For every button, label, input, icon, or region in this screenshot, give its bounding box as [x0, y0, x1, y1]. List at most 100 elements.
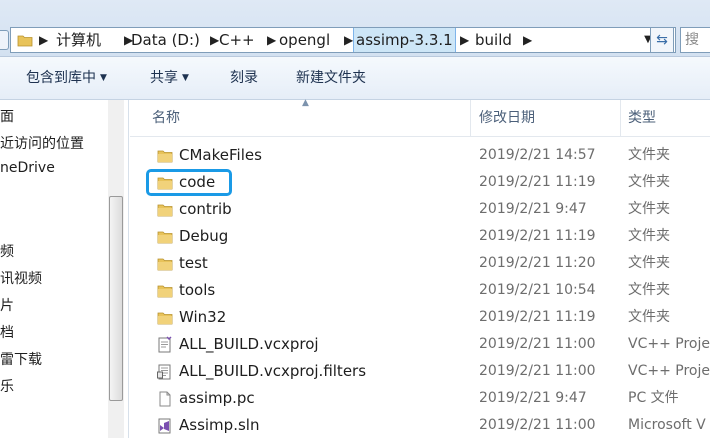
breadcrumb-drive[interactable]: Data (D:): [131, 28, 200, 52]
breadcrumb-cpp[interactable]: C++: [219, 28, 255, 52]
file-row-tools[interactable]: tools 2019/2/21 10:54 文件夹: [130, 277, 710, 304]
file-type: 文件夹: [628, 255, 670, 271]
file-row-win32[interactable]: Win32 2019/2/21 11:19 文件夹: [130, 304, 710, 331]
file-row-cmakefiles[interactable]: CMakeFiles 2019/2/21 14:57 文件夹: [130, 142, 710, 169]
filters-icon: [156, 363, 174, 381]
breadcrumb-assimp[interactable]: assimp-3.3.1: [353, 28, 456, 52]
file-name: code: [179, 173, 216, 191]
address-bar[interactable]: ▶ 计算机 ▶ Data (D:) ▶ C++ ▶ opengl ▶ assim…: [10, 27, 676, 53]
file-type: 文件夹: [628, 147, 670, 163]
file-type: VC++ Proje: [628, 363, 710, 379]
file-date: 2019/2/21 11:20: [479, 255, 596, 271]
file-name: Debug: [179, 227, 229, 245]
breadcrumb-build[interactable]: build: [475, 28, 512, 52]
search-input[interactable]: 搜: [680, 27, 710, 53]
column-date[interactable]: 修改日期: [479, 100, 535, 136]
address-bar-row: ▶ 计算机 ▶ Data (D:) ▶ C++ ▶ opengl ▶ assim…: [0, 0, 710, 57]
refresh-icon: ⇆: [656, 32, 668, 48]
new-folder-button[interactable]: 新建文件夹: [296, 57, 366, 99]
file-type: 文件夹: [628, 309, 670, 325]
file-row-contrib[interactable]: contrib 2019/2/21 9:47 文件夹: [130, 196, 710, 223]
folder-icon: [156, 309, 174, 327]
file-icon: [156, 390, 174, 408]
breadcrumb-computer[interactable]: 计算机: [56, 28, 101, 52]
share-label: 共享: [150, 70, 178, 86]
file-row-assimp-pc[interactable]: assimp.pc 2019/2/21 9:47 PC 文件: [130, 385, 710, 412]
file-type: VC++ Proje: [628, 336, 710, 352]
file-name: Assimp.sln: [179, 416, 260, 434]
file-type: 文件夹: [628, 174, 670, 190]
nav-item-documents[interactable]: 档: [0, 322, 14, 342]
file-date: 2019/2/21 11:19: [479, 309, 596, 325]
back-button[interactable]: [0, 30, 9, 50]
breadcrumb-separator-icon[interactable]: ▶: [460, 28, 469, 52]
file-date: 2019/2/21 10:54: [479, 282, 596, 298]
nav-item-recent-places[interactable]: 近访问的位置: [0, 133, 84, 153]
folder-icon: [156, 282, 174, 300]
chevron-down-icon: ▼: [100, 73, 107, 83]
file-row-assimp-sln[interactable]: Assimp.sln 2019/2/21 11:00 Microsoft V: [130, 412, 710, 439]
file-date: 2019/2/21 11:00: [479, 363, 596, 379]
breadcrumb-separator-icon[interactable]: ▶: [39, 28, 48, 52]
burn-label: 刻录: [230, 70, 258, 86]
column-type[interactable]: 类型: [628, 100, 656, 136]
file-date: 2019/2/21 9:47: [479, 201, 587, 217]
file-date: 2019/2/21 9:47: [479, 390, 587, 406]
file-name: test: [179, 254, 208, 272]
new-folder-label: 新建文件夹: [296, 70, 366, 86]
file-date: 2019/2/21 14:57: [479, 147, 596, 163]
folder-icon: [17, 35, 33, 47]
include-in-library-button[interactable]: 包含到库中 ▼: [26, 57, 107, 99]
column-divider[interactable]: [470, 100, 471, 136]
file-row-code[interactable]: code 2019/2/21 11:19 文件夹: [130, 169, 710, 196]
file-row-all-build-vcxproj[interactable]: ALL_BUILD.vcxproj 2019/2/21 11:00 VC++ Pro…: [130, 331, 710, 358]
breadcrumb-separator-icon[interactable]: ▶: [210, 28, 219, 52]
nav-item-video[interactable]: 频: [0, 241, 14, 261]
file-name: Win32: [179, 308, 227, 326]
file-date: 2019/2/21 11:00: [479, 417, 596, 433]
file-date: 2019/2/21 11:19: [479, 174, 596, 190]
command-toolbar: 包含到库中 ▼ 共享 ▼ 刻录 新建文件夹: [0, 57, 710, 100]
file-type: 文件夹: [628, 201, 670, 217]
breadcrumb-separator-icon[interactable]: ▶: [344, 28, 353, 52]
file-name: contrib: [179, 200, 232, 218]
column-divider[interactable]: [620, 100, 621, 136]
file-date: 2019/2/21 11:00: [479, 336, 596, 352]
nav-item-desktop[interactable]: 面: [0, 106, 14, 126]
nav-scrollbar-thumb[interactable]: [109, 196, 123, 401]
file-name: ALL_BUILD.vcxproj: [179, 335, 319, 353]
refresh-button[interactable]: ⇆: [650, 27, 674, 53]
nav-item-music[interactable]: 乐: [0, 376, 14, 396]
nav-item-pictures[interactable]: 片: [0, 295, 14, 315]
column-name[interactable]: 名称: [152, 100, 180, 136]
breadcrumb-separator-icon[interactable]: ▶: [267, 28, 276, 52]
file-name: CMakeFiles: [179, 146, 262, 164]
file-type: PC 文件: [628, 390, 679, 406]
breadcrumb-opengl[interactable]: opengl: [279, 28, 330, 52]
column-header: ▲ 名称 修改日期 类型: [130, 98, 710, 137]
vcxproj-icon: [156, 336, 174, 354]
file-row-all-build-vcxproj-filters[interactable]: ALL_BUILD.vcxproj.filters 2019/2/21 11:00…: [130, 358, 710, 385]
file-type: 文件夹: [628, 228, 670, 244]
chevron-down-icon: ▼: [182, 73, 189, 83]
file-row-test[interactable]: test 2019/2/21 11:20 文件夹: [130, 250, 710, 277]
folder-icon: [156, 147, 174, 165]
file-list: ▲ 名称 修改日期 类型 CMakeFiles 2019/2/21 14:57 文件…: [130, 98, 710, 439]
include-in-library-label: 包含到库中: [26, 70, 96, 86]
file-name: assimp.pc: [179, 389, 255, 407]
file-type: 文件夹: [628, 282, 670, 298]
folder-icon: [156, 201, 174, 219]
burn-button[interactable]: 刻录: [230, 57, 258, 99]
file-row-debug[interactable]: Debug 2019/2/21 11:19 文件夹: [130, 223, 710, 250]
file-name: ALL_BUILD.vcxproj.filters: [179, 362, 367, 380]
nav-item-thunder-downloads[interactable]: 雷下载: [0, 349, 42, 369]
folder-icon: [156, 255, 174, 273]
share-button[interactable]: 共享 ▼: [150, 57, 189, 99]
folder-icon: [156, 174, 174, 192]
file-name: tools: [179, 281, 216, 299]
folder-icon: [156, 228, 174, 246]
nav-item-onedrive[interactable]: neDrive: [0, 160, 55, 176]
sln-icon: [156, 417, 174, 435]
nav-item-tencent-video[interactable]: 讯视频: [0, 268, 42, 288]
breadcrumb-separator-icon[interactable]: ▶: [523, 28, 532, 52]
